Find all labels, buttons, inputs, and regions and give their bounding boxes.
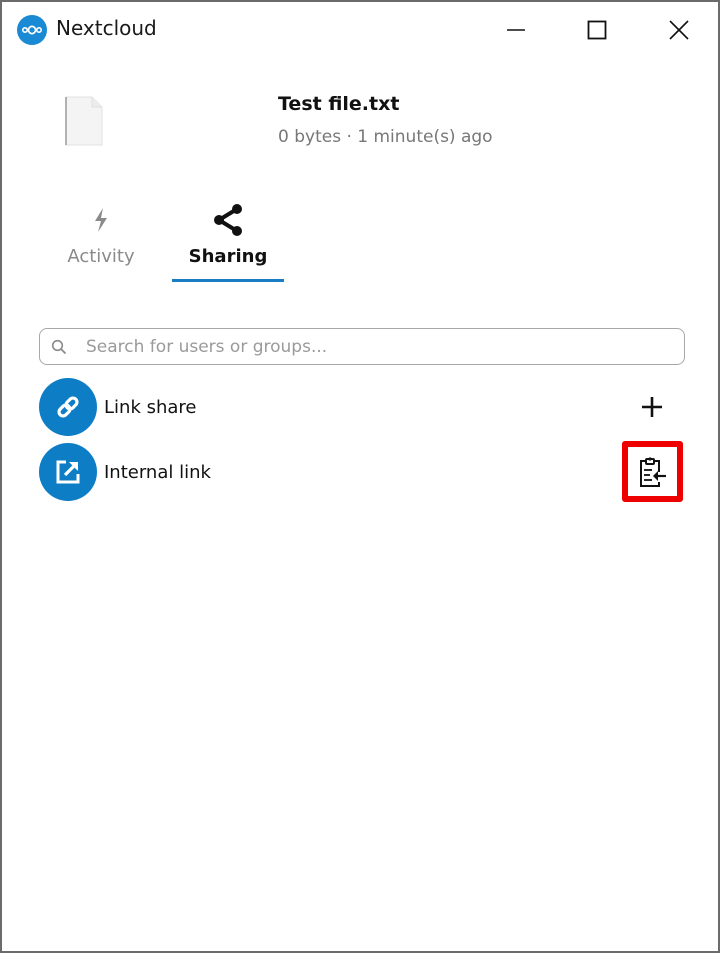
maximize-button[interactable] xyxy=(577,12,617,48)
search-icon xyxy=(51,338,69,356)
tab-activity-label: Activity xyxy=(67,246,135,267)
share-row-internal-link: Internal link xyxy=(39,441,685,502)
nextcloud-logo-icon xyxy=(17,15,47,45)
nextcloud-window: Nextcloud Test file.txt 0 bytes · 1 minu… xyxy=(0,0,720,953)
close-icon xyxy=(669,20,689,40)
share-label: Internal link xyxy=(104,461,211,483)
file-name: Test file.txt xyxy=(278,93,400,115)
close-button[interactable] xyxy=(659,12,699,48)
link-icon xyxy=(39,378,97,436)
maximize-icon xyxy=(587,20,607,40)
file-meta: 0 bytes · 1 minute(s) ago xyxy=(278,127,493,147)
tab-sharing-label: Sharing xyxy=(188,246,268,267)
copy-to-clipboard-icon xyxy=(639,456,666,487)
file-icon xyxy=(64,96,104,146)
minimize-button[interactable] xyxy=(496,12,536,48)
lightning-icon xyxy=(91,202,111,238)
window-title: Nextcloud xyxy=(56,16,157,40)
share-icon xyxy=(211,202,245,238)
external-link-icon xyxy=(39,443,97,501)
add-link-share-button[interactable] xyxy=(635,390,669,424)
tab-sharing[interactable]: Sharing xyxy=(172,202,284,267)
share-label: Link share xyxy=(104,396,197,418)
tab-activity[interactable]: Activity xyxy=(62,202,140,267)
share-row-link-share: Link share xyxy=(39,378,685,436)
add-icon xyxy=(642,397,662,417)
copy-internal-link-button[interactable] xyxy=(622,441,683,502)
search-input[interactable] xyxy=(86,336,646,357)
title-bar: Nextcloud xyxy=(2,2,718,58)
minimize-icon xyxy=(507,29,525,31)
active-tab-indicator xyxy=(172,279,284,282)
search-box[interactable] xyxy=(39,328,685,365)
